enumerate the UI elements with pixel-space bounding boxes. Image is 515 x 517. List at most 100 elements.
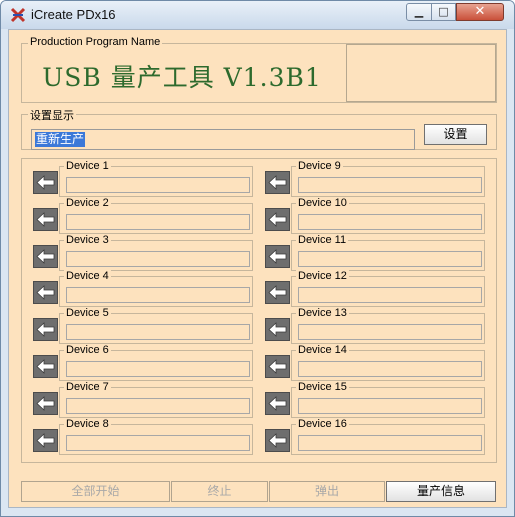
device-arrow-button[interactable] — [33, 428, 58, 452]
device-label: Device 9 — [296, 160, 343, 172]
client-area: Production Program Name USB 量产工具 V1.3B1 … — [8, 29, 507, 508]
arrow-left-icon — [36, 359, 55, 374]
window-title: iCreate PDx16 — [31, 7, 116, 22]
arrow-left-icon — [36, 395, 55, 411]
device-label: Device 12 — [296, 270, 349, 283]
device-status-field — [298, 434, 482, 451]
device-arrow-button[interactable] — [265, 207, 290, 231]
arrow-left-icon — [268, 359, 287, 374]
device-label: Device 5 — [64, 307, 111, 320]
device-label: Device 16 — [296, 417, 349, 430]
device-slot: Device 2 — [33, 196, 255, 234]
settings-display-input[interactable]: 重新生产 — [31, 129, 415, 150]
maximize-icon: □ — [438, 5, 449, 18]
device-label: Device 14 — [296, 344, 349, 356]
production-program-group: Production Program Name USB 量产工具 V1.3B1 — [21, 36, 497, 103]
arrow-left-icon — [268, 285, 287, 301]
production-info-button[interactable]: 量产信息 — [386, 481, 496, 502]
arrow-left-icon — [268, 322, 287, 338]
app-icon — [10, 7, 26, 23]
main-window: iCreate PDx16 ▁ □ ✕ Production Program N… — [0, 0, 515, 517]
arrow-left-icon — [36, 175, 55, 190]
device-slot: Device 7 — [33, 380, 255, 418]
device-label: Device 11 — [296, 233, 349, 246]
device-slot: Device 8 — [33, 417, 255, 455]
device-arrow-button[interactable] — [265, 355, 290, 378]
stop-button[interactable]: 终止 — [171, 481, 268, 502]
device-slot: Device 4 — [33, 270, 255, 308]
device-label: Device 13 — [296, 307, 349, 320]
device-arrow-button[interactable] — [33, 318, 58, 342]
arrow-left-icon — [268, 248, 287, 264]
device-arrow-button[interactable] — [33, 171, 58, 194]
device-slot: Device 16 — [265, 417, 487, 455]
arrow-left-icon — [36, 211, 55, 227]
device-status-field — [66, 397, 250, 414]
arrow-left-icon — [268, 395, 287, 411]
maximize-button[interactable]: □ — [431, 3, 456, 21]
device-slot: Device 14 — [265, 344, 487, 381]
settings-display-value: 重新生产 — [35, 132, 86, 147]
device-status-field — [66, 177, 250, 193]
device-slot: Device 3 — [33, 233, 255, 271]
device-status-field — [66, 361, 250, 377]
device-arrow-button[interactable] — [265, 171, 290, 194]
device-arrow-button[interactable] — [265, 428, 290, 452]
device-slot: Device 6 — [33, 344, 255, 381]
device-label: Device 15 — [296, 380, 349, 393]
device-label: Device 2 — [64, 196, 111, 209]
device-status-field — [298, 324, 482, 341]
device-label: Device 3 — [64, 233, 111, 246]
arrow-left-icon — [36, 322, 55, 338]
device-status-field — [298, 250, 482, 267]
device-status-field — [298, 287, 482, 304]
device-status-field — [66, 250, 250, 267]
arrow-left-icon — [268, 432, 287, 448]
arrow-left-icon — [268, 175, 287, 190]
close-icon: ✕ — [474, 4, 486, 19]
device-status-field — [66, 213, 250, 230]
device-arrow-button[interactable] — [265, 391, 290, 415]
device-label: Device 6 — [64, 344, 111, 356]
device-slot: Device 1 — [33, 160, 255, 197]
action-bar: 全部开始 终止 弹出 量产信息 — [21, 479, 497, 503]
title-bar[interactable]: iCreate PDx16 ▁ □ ✕ — [1, 1, 514, 29]
device-arrow-button[interactable] — [265, 244, 290, 268]
production-program-label: Production Program Name — [28, 36, 163, 48]
device-status-field — [298, 177, 482, 193]
device-arrow-button[interactable] — [33, 281, 58, 305]
arrow-left-icon — [36, 432, 55, 448]
device-arrow-button[interactable] — [33, 391, 58, 415]
eject-button[interactable]: 弹出 — [269, 481, 385, 502]
arrow-left-icon — [36, 248, 55, 264]
device-arrow-button[interactable] — [265, 318, 290, 342]
device-slot: Device 15 — [265, 380, 487, 418]
device-slot: Device 12 — [265, 270, 487, 308]
device-arrow-button[interactable] — [33, 207, 58, 231]
device-status-field — [298, 361, 482, 377]
device-arrow-button[interactable] — [265, 281, 290, 305]
device-arrow-button[interactable] — [33, 355, 58, 378]
device-status-field — [66, 287, 250, 304]
device-slot: Device 9 — [265, 160, 487, 197]
start-all-button[interactable]: 全部开始 — [21, 481, 170, 502]
close-button[interactable]: ✕ — [456, 3, 504, 21]
device-status-field — [298, 397, 482, 414]
device-slot: Device 10 — [265, 196, 487, 234]
arrow-left-icon — [36, 285, 55, 301]
program-extra-panel — [346, 44, 496, 102]
device-slot: Device 5 — [33, 307, 255, 345]
device-slot: Device 13 — [265, 307, 487, 345]
device-label: Device 10 — [296, 196, 349, 209]
device-label: Device 1 — [64, 160, 111, 172]
settings-group: 设置显示 重新生产 设置 — [21, 107, 497, 150]
device-arrow-button[interactable] — [33, 244, 58, 268]
device-slot: Device 11 — [265, 233, 487, 271]
device-label: Device 4 — [64, 270, 111, 283]
minimize-button[interactable]: ▁ — [406, 3, 432, 21]
arrow-left-icon — [268, 211, 287, 227]
device-status-field — [66, 434, 250, 451]
device-status-field — [298, 213, 482, 230]
settings-button[interactable]: 设置 — [424, 124, 487, 145]
program-name: USB 量产工具 V1.3B1 — [42, 63, 322, 92]
